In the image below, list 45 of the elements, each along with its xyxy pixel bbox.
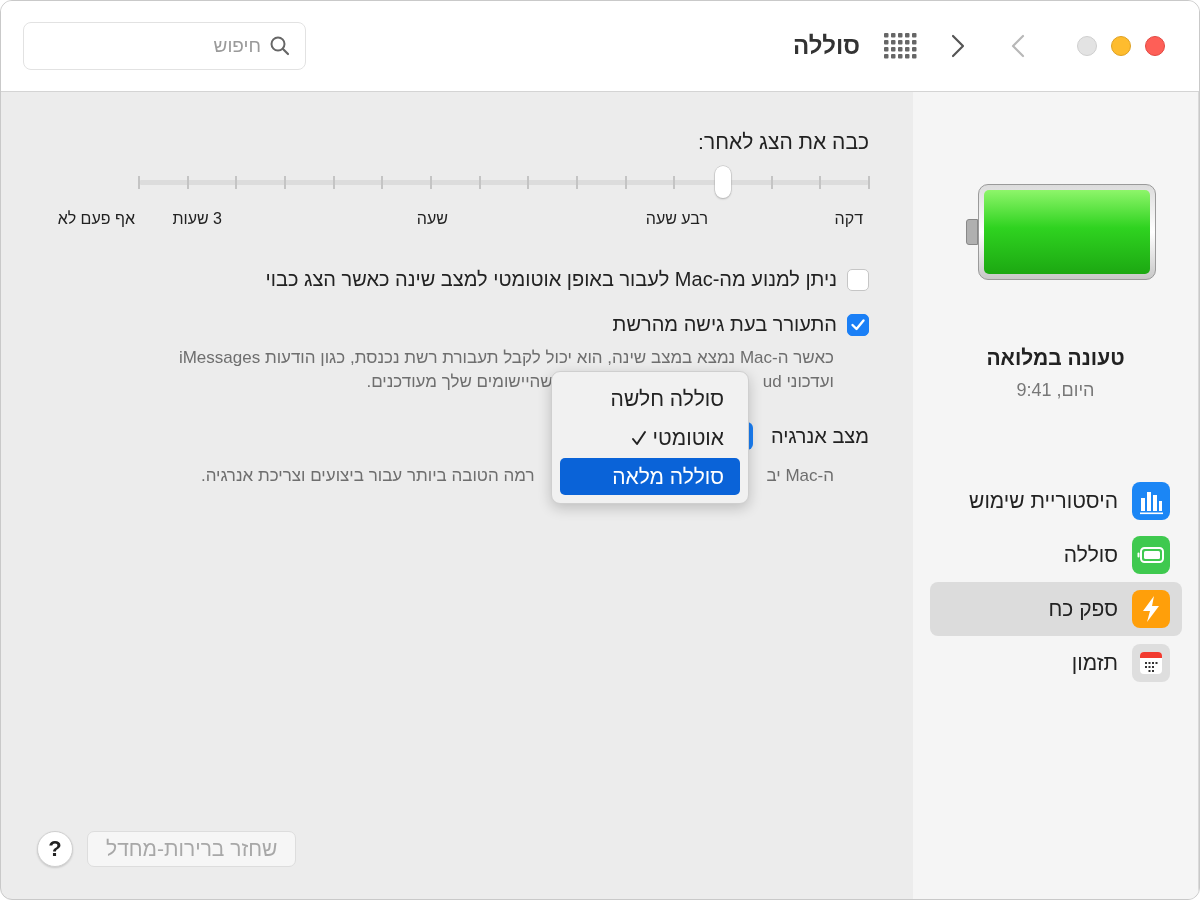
sidebar-item[interactable]: סוללה bbox=[930, 528, 1182, 582]
checkmark-icon bbox=[630, 429, 647, 446]
scale-label: 3 שעות bbox=[172, 210, 222, 228]
sidebar-label: תזמון bbox=[1071, 651, 1118, 675]
scale-label: דקה bbox=[834, 210, 863, 228]
menu-item[interactable]: אוטומטי bbox=[560, 419, 740, 456]
help-button[interactable]: ? bbox=[37, 831, 73, 867]
description-text: ועדכוני ud bbox=[762, 372, 834, 392]
checkbox[interactable] bbox=[847, 268, 869, 291]
close-button[interactable] bbox=[1145, 36, 1165, 56]
grid-icon[interactable] bbox=[884, 33, 917, 59]
slider-thumb[interactable] bbox=[715, 166, 731, 198]
checkbox[interactable] bbox=[847, 313, 869, 336]
lightning-icon bbox=[1132, 590, 1170, 628]
description-text: כאשר ה-Mac נמצא במצב שינה, הוא יכול לקבל תעבורת רשת נכנסת, כגון הודעות iMessages bbox=[178, 348, 834, 368]
description-text: ה-Mac יב bbox=[766, 466, 834, 486]
sidebar-label: ספק כח bbox=[1048, 597, 1118, 621]
checkbox-label: ניתן למנוע מה-Mac לעבור באופן אוטומטי למצב שינה כאשר הצג כבוי bbox=[265, 268, 837, 291]
sidebar-label: היסטוריית שימוש bbox=[969, 489, 1118, 513]
search-field[interactable]: חיפוש bbox=[23, 22, 306, 70]
description-text: שהיישומים שלך מעודכנים. bbox=[366, 372, 553, 392]
scale-label: רבע שעה bbox=[645, 210, 708, 228]
checkbox-label: התעורר בעת גישה מהרשת bbox=[612, 313, 837, 336]
menu-item[interactable]: סוללה חלשה bbox=[560, 380, 740, 417]
window-title: סוללה bbox=[793, 32, 860, 60]
slider-label: כבה את הצג לאחר: bbox=[697, 130, 869, 154]
energy-mode-label: מצב אנרגיה bbox=[770, 424, 869, 448]
slider[interactable] bbox=[139, 166, 869, 196]
sidebar-item[interactable]: תזמון bbox=[930, 636, 1182, 690]
scale-label: שעה bbox=[416, 210, 448, 228]
status-title: טעונה במלואה bbox=[986, 346, 1125, 370]
sidebar-item[interactable]: ספק כח bbox=[930, 582, 1182, 636]
status-time: היום, 9:41 bbox=[1016, 380, 1095, 401]
menu-item[interactable]: סוללה מלאה bbox=[560, 458, 740, 495]
calendar-icon bbox=[1132, 644, 1170, 682]
description-text: רמה הטובה ביותר עבור ביצועים וצריכת אנרגיה. bbox=[200, 466, 535, 486]
bar-chart-icon bbox=[1132, 482, 1170, 520]
battery-icon bbox=[1132, 536, 1170, 574]
scale-label: אף פעם לא bbox=[57, 210, 135, 228]
battery-icon bbox=[965, 184, 1156, 280]
zoom-button[interactable] bbox=[1077, 36, 1097, 56]
sidebar-label: סוללה bbox=[1063, 543, 1118, 567]
search-icon bbox=[270, 36, 290, 56]
sidebar-item[interactable]: היסטוריית שימוש bbox=[930, 474, 1182, 528]
minimize-button[interactable] bbox=[1111, 36, 1131, 56]
